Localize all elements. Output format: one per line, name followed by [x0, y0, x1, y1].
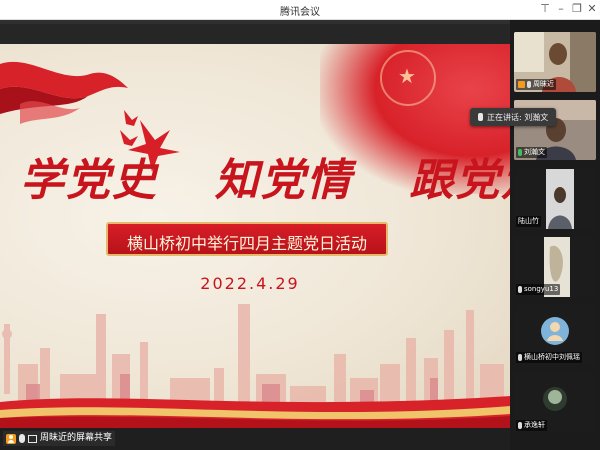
window-title: 腾讯会议: [280, 7, 320, 18]
bottom-strip: 周昧近的屏幕共享: [0, 428, 510, 450]
microphone-icon[interactable]: [527, 81, 531, 88]
host-icon: [6, 433, 16, 444]
participant-tile[interactable]: 承逸轩: [514, 373, 596, 433]
microphone-icon[interactable]: [518, 422, 522, 429]
screen-share-text: 周昧近的屏幕共享: [40, 433, 113, 443]
participant-tile[interactable]: 陆山竹: [514, 169, 596, 229]
microphone-icon: [478, 113, 483, 121]
pin-icon[interactable]: ⊤: [538, 2, 552, 16]
event-banner-text: 横山桥初中举行四月主题党日活动: [126, 234, 367, 253]
emblem-icon: ★: [380, 50, 436, 106]
participant-name: 横山桥初中刘佩瑶: [524, 353, 580, 361]
screen-share-label: 周昧近的屏幕共享: [3, 431, 116, 446]
participant-name: 陆山竹: [518, 217, 539, 225]
restore-icon[interactable]: ❐: [570, 2, 584, 16]
headline-part-2: 知党情: [214, 155, 353, 206]
minimize-icon[interactable]: –: [554, 2, 568, 16]
speaking-indicator: 正在讲话: 刘瀚文: [470, 108, 557, 126]
top-strip: [0, 20, 510, 44]
participant-name: 承逸轩: [524, 421, 545, 429]
participant-tile[interactable]: songyu13: [514, 237, 596, 297]
participant-name: 周昧近: [533, 80, 554, 88]
participants-panel[interactable]: 周昧近 刘瀚文 陆山竹 songyu13 横山桥初中刘佩瑶 承逸轩: [510, 20, 600, 450]
shared-screen: ★ 学党史 知党情 跟党走 横山桥初中举行四月主题党日活动 2022.4.29: [0, 44, 510, 428]
city-skyline: [0, 304, 510, 428]
slide-headline: 学党史 知党情 跟党走: [20, 144, 510, 214]
window-titlebar: 腾讯会议 ⊤ – ❐ ✕: [0, 0, 600, 20]
speaking-text: 正在讲话: 刘瀚文: [487, 112, 549, 122]
participant-tile[interactable]: 横山桥初中刘佩瑶: [514, 305, 596, 365]
microphone-icon[interactable]: [19, 434, 25, 443]
participant-tile[interactable]: 周昧近: [514, 32, 596, 92]
participant-name: songyu13: [524, 285, 559, 293]
microphone-icon[interactable]: [518, 149, 522, 156]
event-banner: 横山桥初中举行四月主题党日活动: [106, 222, 388, 256]
screen-share-icon: [28, 434, 37, 443]
close-icon[interactable]: ✕: [585, 2, 599, 16]
host-icon: [518, 81, 525, 88]
headline-part-3: 跟党走: [409, 155, 510, 206]
event-date: 2022.4.29: [200, 274, 300, 293]
headline-part-1: 学党史: [20, 155, 158, 206]
microphone-icon[interactable]: [518, 354, 522, 361]
microphone-icon[interactable]: [518, 286, 522, 293]
participant-name: 刘瀚文: [524, 148, 545, 156]
